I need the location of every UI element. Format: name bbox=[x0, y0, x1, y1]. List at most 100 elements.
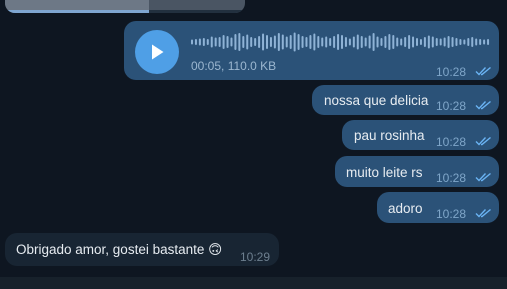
waveform-bar bbox=[273, 35, 276, 49]
read-ticks-icon bbox=[475, 136, 491, 146]
waveform-bar bbox=[305, 37, 308, 47]
waveform-bar bbox=[191, 39, 193, 45]
waveform-bar bbox=[427, 35, 430, 49]
waveform-bar bbox=[348, 38, 351, 46]
waveform-bar bbox=[258, 36, 261, 48]
waveform-bar bbox=[285, 36, 288, 48]
waveform-bar bbox=[266, 35, 268, 49]
outgoing-message[interactable]: muito leite rs 10:28 bbox=[335, 156, 499, 187]
message-time: 10:28 bbox=[436, 171, 467, 185]
message-time: 10:28 bbox=[436, 207, 467, 221]
message-text: muito leite rs bbox=[346, 165, 423, 180]
waveform-bar bbox=[281, 34, 284, 50]
waveform-bar bbox=[384, 36, 387, 48]
message-text: nossa que delicia bbox=[324, 93, 429, 108]
waveform-bar bbox=[218, 37, 221, 47]
waveform-bar bbox=[404, 37, 407, 47]
message-time: 10:28 bbox=[436, 65, 467, 79]
waveform-bar bbox=[400, 38, 403, 46]
waveform-bar bbox=[392, 35, 395, 49]
read-ticks-icon bbox=[475, 208, 491, 218]
waveform-bar bbox=[246, 34, 249, 50]
waveform-bar bbox=[329, 38, 332, 46]
waveform-bar bbox=[254, 38, 257, 46]
play-button[interactable] bbox=[135, 30, 179, 74]
waveform-bar bbox=[388, 34, 391, 50]
waveform-bar bbox=[206, 39, 209, 45]
waveform-bar bbox=[317, 36, 320, 48]
waveform-bar bbox=[380, 38, 383, 46]
previous-media-preview[interactable] bbox=[5, 0, 245, 13]
waveform-bar bbox=[309, 35, 312, 49]
waveform-bar bbox=[479, 39, 482, 45]
waveform-bar bbox=[396, 37, 399, 47]
outgoing-message[interactable]: pau rosinha 10:28 bbox=[342, 120, 499, 150]
waveform-bar bbox=[459, 39, 462, 45]
waveform-bar bbox=[463, 39, 466, 45]
waveform-bar bbox=[289, 35, 292, 49]
waveform-bar bbox=[341, 35, 343, 49]
waveform-bar bbox=[238, 33, 241, 51]
play-icon bbox=[152, 44, 164, 60]
waveform-bar bbox=[447, 36, 450, 48]
waveform-bar bbox=[416, 38, 418, 46]
message-composer-edge bbox=[0, 277, 507, 289]
voice-message-bubble[interactable]: 00:05, 110.0 KB 10:28 bbox=[124, 21, 499, 80]
waveform-bar bbox=[250, 37, 253, 47]
waveform-bar bbox=[333, 36, 336, 48]
waveform-bar bbox=[360, 36, 363, 48]
waveform-bar bbox=[198, 38, 201, 46]
waveform-bar bbox=[443, 37, 446, 47]
waveform-bar bbox=[234, 34, 237, 50]
message-text: adoro bbox=[388, 201, 423, 216]
waveform-bar bbox=[475, 38, 478, 46]
waveform-bar bbox=[277, 33, 280, 51]
message-text: Obrigado amor, gostei bastante 🙃 bbox=[16, 242, 223, 257]
waveform-bar bbox=[262, 33, 265, 51]
waveform-bar bbox=[344, 37, 347, 47]
waveform-bar bbox=[321, 37, 324, 47]
waveform-bar bbox=[364, 37, 367, 47]
message-time: 10:28 bbox=[436, 99, 467, 113]
message-time: 10:28 bbox=[436, 135, 467, 149]
waveform-bar bbox=[451, 37, 454, 47]
waveform-bar bbox=[487, 39, 490, 45]
waveform-bar bbox=[372, 33, 375, 51]
voice-message-meta: 00:05, 110.0 KB bbox=[191, 59, 277, 73]
waveform-bar bbox=[313, 33, 316, 51]
waveform-bar bbox=[419, 39, 422, 45]
outgoing-message[interactable]: nossa que delicia 10:28 bbox=[312, 85, 499, 115]
waveform-bar bbox=[269, 37, 272, 47]
waveform-bar bbox=[368, 35, 371, 49]
waveform-bar bbox=[467, 38, 470, 46]
waveform-bar bbox=[439, 38, 442, 46]
waveform-bar bbox=[423, 37, 426, 47]
waveform-bar bbox=[222, 35, 225, 49]
waveform-bar bbox=[297, 34, 300, 50]
waveform-bar bbox=[483, 39, 486, 45]
read-ticks-icon bbox=[475, 66, 491, 76]
waveform-bar bbox=[293, 32, 296, 52]
media-progress bbox=[5, 10, 149, 13]
waveform-bar bbox=[471, 37, 474, 47]
waveform-bar bbox=[376, 36, 379, 48]
waveform-bar bbox=[214, 37, 217, 47]
read-ticks-icon bbox=[475, 172, 491, 182]
waveform-bar bbox=[435, 38, 438, 46]
waveform-bar bbox=[408, 35, 411, 49]
waveform-bar bbox=[301, 36, 304, 48]
waveform-bar bbox=[226, 36, 229, 48]
waveform-bar bbox=[455, 38, 458, 46]
waveform-bar bbox=[337, 34, 340, 50]
waveform-bar bbox=[325, 36, 328, 48]
waveform-bar bbox=[412, 36, 415, 48]
incoming-message[interactable]: Obrigado amor, gostei bastante 🙃 10:29 bbox=[5, 233, 279, 266]
waveform-bar bbox=[352, 36, 355, 48]
message-text: pau rosinha bbox=[354, 128, 425, 143]
read-ticks-icon bbox=[475, 100, 491, 110]
outgoing-message[interactable]: adoro 10:28 bbox=[377, 192, 499, 223]
message-time: 10:29 bbox=[240, 250, 271, 264]
waveform-bar bbox=[194, 39, 197, 45]
voice-waveform[interactable] bbox=[191, 31, 491, 53]
waveform-bar bbox=[431, 36, 434, 48]
